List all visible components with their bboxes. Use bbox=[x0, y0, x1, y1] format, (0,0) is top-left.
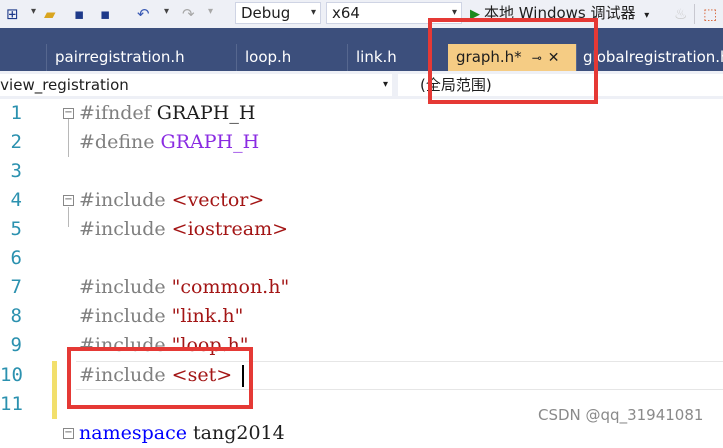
chevron-down-icon: ▾ bbox=[644, 10, 650, 21]
include-header: <vector> bbox=[171, 189, 265, 211]
solution-config-value: Debug bbox=[241, 4, 291, 22]
project-scope-select[interactable]: iview_registration ▾ bbox=[0, 74, 392, 96]
main-toolbar: ⊞ ▾ ▰ ▪ ▪ ↶ ▾ ↷ ▾ Debug ▾ x64 ▾ ▶ 本地 Wind… bbox=[0, 0, 723, 28]
tab-pairregistration[interactable]: pairregistration.h bbox=[46, 44, 236, 71]
document-tab-bar: pairregistration.h loop.h link.h graph.h… bbox=[0, 44, 723, 71]
undo-icon[interactable]: ↶ bbox=[137, 5, 150, 23]
tab-label: globalregistration.h bbox=[583, 48, 723, 66]
hot-reload-icon[interactable]: ♨ bbox=[674, 5, 687, 23]
preprocessor-directive: #ifndef bbox=[79, 102, 151, 124]
namespace-name: tang2014 bbox=[193, 422, 285, 444]
tab-strip-background bbox=[0, 28, 723, 44]
line-number: 9 bbox=[10, 334, 22, 356]
preprocessor-directive: #include bbox=[79, 305, 166, 327]
tab-label: loop.h bbox=[245, 48, 292, 66]
line-number: 5 bbox=[10, 218, 22, 240]
line-number: 8 bbox=[10, 305, 22, 327]
new-item-icon[interactable]: ⊞ bbox=[6, 5, 19, 23]
navigation-bar: iview_registration ▾ (全局范围) bbox=[0, 71, 723, 100]
code-line: 2 #define GRAPH_H bbox=[0, 128, 723, 157]
tab-label: pairregistration.h bbox=[55, 48, 185, 66]
tab-loop[interactable]: loop.h bbox=[236, 44, 347, 71]
line-number: 11 bbox=[0, 393, 23, 415]
line-number: 10 bbox=[0, 364, 23, 386]
code-line: 6 bbox=[0, 244, 723, 273]
line-number: 2 bbox=[10, 131, 22, 153]
undo-dropdown-icon[interactable]: ▾ bbox=[164, 6, 169, 17]
save-all-icon[interactable]: ▪ bbox=[100, 5, 110, 23]
keyword: namespace bbox=[79, 422, 187, 444]
code-line: 3 bbox=[0, 157, 723, 186]
redo-icon[interactable]: ↷ bbox=[182, 5, 195, 23]
platform-value: x64 bbox=[332, 4, 360, 22]
line-number: 7 bbox=[10, 276, 22, 298]
code-line: 5 #include <iostream> bbox=[0, 215, 723, 244]
save-icon[interactable]: ▪ bbox=[74, 5, 84, 23]
open-folder-icon[interactable]: ▰ bbox=[44, 5, 56, 23]
macro-name: GRAPH_H bbox=[156, 102, 256, 124]
preprocessor-directive: #define bbox=[79, 131, 155, 153]
preprocessor-directive: #include bbox=[79, 218, 166, 240]
code-line: 4 − #include <vector> bbox=[0, 186, 723, 215]
code-line: 8 #include "link.h" bbox=[0, 302, 723, 331]
new-item-dropdown-icon[interactable]: ▾ bbox=[31, 6, 36, 17]
highlight-box-include bbox=[67, 347, 253, 409]
watermark: CSDN @qq_31941081 bbox=[538, 406, 704, 424]
code-line: 1 − #ifndef GRAPH_H bbox=[0, 99, 723, 128]
line-number: 6 bbox=[10, 247, 22, 269]
chevron-down-icon: ▾ bbox=[310, 7, 316, 18]
include-header: "common.h" bbox=[171, 276, 290, 298]
macro-name: GRAPH_H bbox=[160, 131, 260, 153]
highlight-box-tab bbox=[428, 18, 598, 104]
tab-globalregistration[interactable]: globalregistration.h bbox=[576, 44, 723, 71]
preprocessor-directive: #include bbox=[79, 189, 166, 211]
project-scope-value: iview_registration bbox=[0, 76, 129, 94]
preprocessor-directive: #include bbox=[79, 276, 166, 298]
include-header: <iostream> bbox=[171, 218, 289, 240]
tab-label: link.h bbox=[356, 48, 397, 66]
collapse-icon[interactable]: − bbox=[63, 108, 74, 119]
collapse-icon[interactable]: − bbox=[63, 195, 74, 206]
redo-dropdown-icon[interactable]: ▾ bbox=[208, 6, 213, 17]
toolbar-divider bbox=[694, 4, 695, 24]
code-line: 7 #include "common.h" bbox=[0, 273, 723, 302]
line-number: 1 bbox=[10, 102, 22, 124]
line-number: 3 bbox=[10, 160, 22, 182]
solution-config-select[interactable]: Debug ▾ bbox=[235, 2, 321, 24]
browser-link-icon[interactable]: ⬚ bbox=[703, 5, 717, 23]
chevron-down-icon: ▾ bbox=[382, 79, 388, 90]
line-number: 4 bbox=[10, 189, 22, 211]
include-header: "link.h" bbox=[171, 305, 244, 327]
